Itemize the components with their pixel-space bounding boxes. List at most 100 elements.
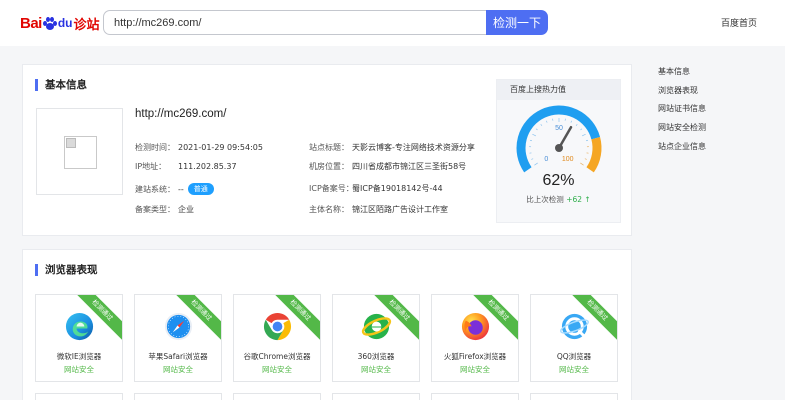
field-value: 锦江区陌路广告设计工作室 xyxy=(352,205,448,214)
field-value: 天影云博客-专注网络技术资源分享 xyxy=(352,143,475,152)
gauge-hub xyxy=(555,144,563,152)
paw-icon xyxy=(42,16,57,30)
baidu-logo[interactable]: Bai du 诊站 xyxy=(20,12,100,34)
basic-info-card: 基本信息 http://mc269.com/ 检测时间： 2021-01-29 0… xyxy=(22,64,632,236)
gauge-tick xyxy=(580,162,584,166)
section-title-basic-info: 基本信息 xyxy=(35,79,87,91)
field-value: 企业 xyxy=(178,205,194,214)
gauge-dial: 0 50 100 xyxy=(516,105,602,173)
broken-image-icon xyxy=(64,136,97,169)
gauge-title: 百度上搜热力值 xyxy=(497,80,620,100)
safari-icon xyxy=(164,312,193,341)
info-field-entity-name: 主体名称： 锦江区陌路广告设计工作室 xyxy=(309,204,448,215)
up-arrow-icon: ↑ xyxy=(584,195,591,204)
browser-tile-peek xyxy=(332,393,420,400)
field-value: 111.202.85.37 xyxy=(178,162,237,171)
info-field-check-time: 检测时间： 2021-01-29 09:54:05 xyxy=(135,142,263,153)
info-field-ip: IP地址： 111.202.85.37 xyxy=(135,161,237,172)
info-field-icp: ICP备案号：蜀ICP备19018142号-44 xyxy=(309,183,443,194)
info-field-site-title: 站点标题： 天影云博客-专注网络技术资源分享 xyxy=(309,142,475,153)
field-label: 站点标题： xyxy=(309,143,349,152)
browser-status: 网站安全 xyxy=(460,365,490,374)
field-label: 机房位置： xyxy=(309,162,349,171)
browser-tile[interactable]: 检测通过 谷歌Chrome浏览器 网站安全 xyxy=(233,294,321,382)
field-label: 检测时间： xyxy=(135,143,175,152)
gauge-scale-label-mid: 50 xyxy=(555,125,563,132)
status-badge: 普通 xyxy=(187,183,214,195)
check-button[interactable]: 检测一下 xyxy=(486,10,548,35)
gauge-tick xyxy=(585,139,589,142)
browser-name: 谷歌Chrome浏览器 xyxy=(243,352,311,361)
chrome-icon xyxy=(263,312,292,341)
side-nav-item-browser[interactable]: 浏览器表现 xyxy=(658,85,706,104)
site-url: http://mc269.com/ xyxy=(135,108,227,120)
gauge-arc-high xyxy=(586,136,602,173)
gauge-tick xyxy=(570,120,572,123)
browser-tile-peek xyxy=(431,393,519,400)
browser-name: QQ浏览器 xyxy=(556,352,592,361)
browser-tile-peek xyxy=(35,393,123,400)
browser-tile-peek xyxy=(134,393,222,400)
info-field-server-location: 机房位置： 四川省成都市锦江区三圣街58号 xyxy=(309,161,466,172)
site-thumbnail xyxy=(36,108,123,195)
side-nav-item-basic-info[interactable]: 基本信息 xyxy=(658,66,706,85)
browser-tile-peek xyxy=(530,393,618,400)
browser-tile[interactable]: 检测通过 360浏览器 网站安全 xyxy=(332,294,420,382)
browser-status: 网站安全 xyxy=(361,365,391,374)
side-nav-item-company[interactable]: 站点企业信息 xyxy=(658,141,706,160)
field-value: 蜀ICP备19018142号-44 xyxy=(352,184,443,193)
browser-name: 苹果Safari浏览器 xyxy=(148,352,208,361)
field-label: 建站系统： xyxy=(135,185,175,194)
gauge-tick xyxy=(581,133,586,137)
field-label: 备案类型： xyxy=(135,205,175,214)
gauge-value: 62% xyxy=(542,172,575,189)
field-label: 主体名称： xyxy=(309,205,349,214)
url-search-input[interactable] xyxy=(103,10,486,35)
browser-tile-peek xyxy=(233,393,321,400)
gauge-tick xyxy=(532,133,537,137)
edge-icon xyxy=(65,312,94,341)
gauge-tick xyxy=(531,158,534,160)
baidu-home-link[interactable]: 百度首页 xyxy=(721,16,757,29)
browser-status: 网站安全 xyxy=(64,365,94,374)
gauge-compare: 比上次检测 +62 ↑ xyxy=(497,194,620,205)
field-value: 四川省成都市锦江区三圣街58号 xyxy=(352,162,467,171)
search-bar: 检测一下 xyxy=(103,10,548,35)
gauge-arc-low xyxy=(516,105,601,173)
field-label: IP地址： xyxy=(135,162,167,171)
browser-name: 360浏览器 xyxy=(357,352,395,361)
gauge-tick xyxy=(535,128,538,131)
gauge-tick xyxy=(580,128,583,131)
browser-tile[interactable]: 检测通过 QQ浏览器 网站安全 xyxy=(530,294,618,382)
gauge-scale-label-min: 0 xyxy=(544,156,548,163)
gauge-tick xyxy=(584,158,587,160)
gauge-tick xyxy=(540,123,543,126)
browser-tile[interactable]: 检测通过 苹果Safari浏览器 网站安全 xyxy=(134,294,222,382)
gauge-tick xyxy=(529,139,533,142)
side-nav: 基本信息 浏览器表现 网站证书信息 网站安全检测 站点企业信息 xyxy=(658,66,706,159)
side-nav-item-certificate[interactable]: 网站证书信息 xyxy=(658,103,706,122)
logo-bai-text: Bai xyxy=(20,14,42,32)
browser-status: 网站安全 xyxy=(559,365,589,374)
browser-performance-card: 浏览器表现 检测通过 微软IE浏览器 网站安全 检测通过 苹果Safari浏览器… xyxy=(22,249,632,400)
logo-suffix-text: 诊站 xyxy=(73,17,100,33)
side-nav-item-security[interactable]: 网站安全检测 xyxy=(658,122,706,141)
browser-status: 网站安全 xyxy=(262,365,292,374)
browser-tile[interactable]: 检测通过 微软IE浏览器 网站安全 xyxy=(35,294,123,382)
360-browser-icon xyxy=(361,313,392,340)
qq-browser-icon xyxy=(560,313,589,340)
field-label: ICP备案号： xyxy=(309,184,354,193)
field-value: 2021-01-29 09:54:05 xyxy=(178,143,263,152)
section-title-browser: 浏览器表现 xyxy=(35,264,98,276)
browser-name: 火狐Firefox浏览器 xyxy=(443,352,507,361)
gauge-tick xyxy=(546,120,548,123)
info-field-record-type: 备案类型： 企业 xyxy=(135,204,194,215)
firefox-icon xyxy=(461,312,490,341)
browser-status: 网站安全 xyxy=(163,365,193,374)
logo-du-text: du xyxy=(57,16,73,30)
gauge-compare-label: 比上次检测 xyxy=(526,195,564,204)
browser-tile[interactable]: 检测通过 火狐Firefox浏览器 网站安全 xyxy=(431,294,519,382)
info-field-cms: 建站系统： -- 普通 xyxy=(135,183,214,195)
gauge-compare-value: +62 xyxy=(566,195,583,204)
top-header: Bai du 诊站 检测一下 百度首页 xyxy=(0,0,785,46)
